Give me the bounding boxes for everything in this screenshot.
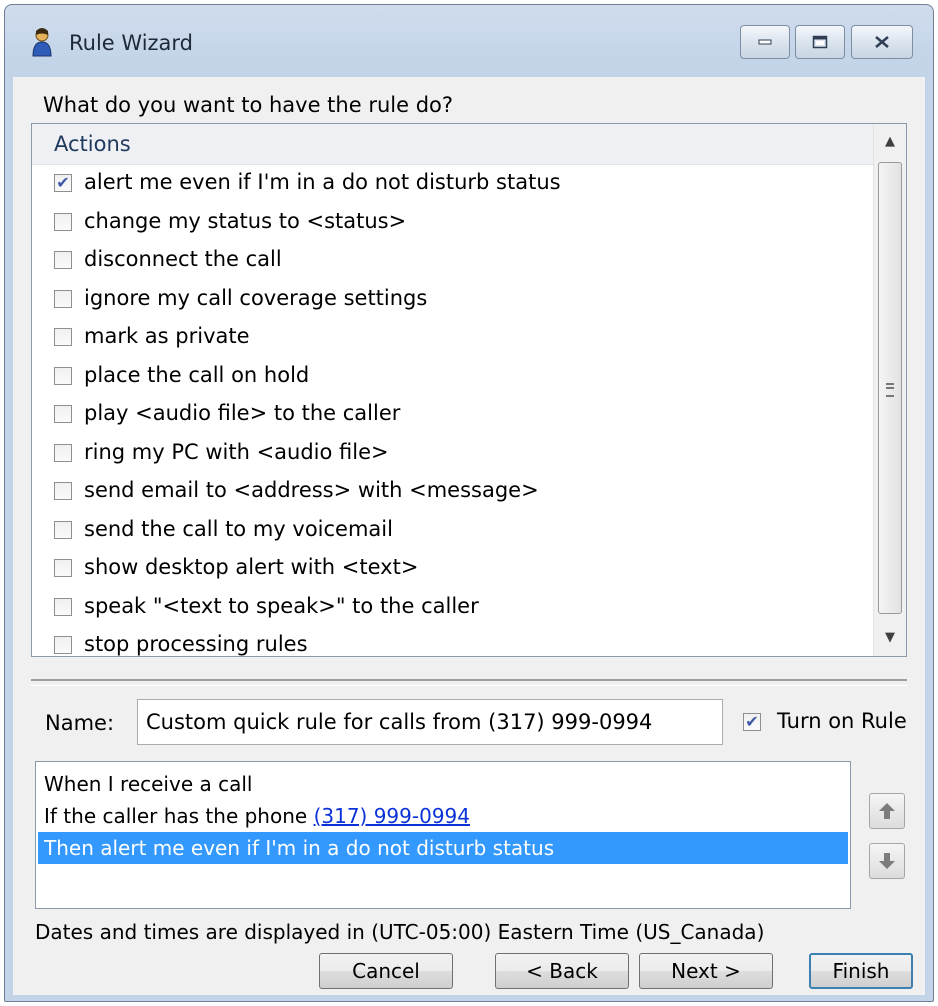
action-item[interactable]: mark as private <box>32 320 874 358</box>
action-item-label: alert me even if I'm in a do not disturb… <box>84 170 561 194</box>
checkbox-checked-icon[interactable]: ✔ <box>743 713 761 731</box>
checkbox-icon[interactable] <box>54 443 72 462</box>
checkbox-icon[interactable] <box>54 328 72 346</box>
finish-button[interactable]: Finish <box>809 953 913 989</box>
window-title: Rule Wizard <box>69 31 194 55</box>
action-item[interactable]: send the call to my voicemail <box>32 513 874 551</box>
turn-on-rule-label: Turn on Rule <box>777 709 907 733</box>
checkbox-icon[interactable] <box>54 597 72 616</box>
action-item-label: ring my PC with <audio file> <box>84 439 389 464</box>
checkbox-icon[interactable] <box>54 251 72 269</box>
move-up-button[interactable] <box>869 793 905 829</box>
actions-scrollbar[interactable]: ▲ ▼ <box>873 124 906 656</box>
actions-header-label: Actions <box>54 132 131 156</box>
action-item[interactable]: change my status to <status> <box>32 205 874 243</box>
rule-summary-box[interactable]: When I receive a call If the caller has … <box>35 761 851 909</box>
action-item[interactable]: speak "<text to speak>" to the caller <box>32 590 874 628</box>
cancel-button[interactable]: Cancel <box>319 953 453 989</box>
rule-name-input[interactable] <box>137 699 723 745</box>
action-item[interactable]: stop processing rules <box>32 628 874 656</box>
phone-number-link[interactable]: (317) 999-0994 <box>314 804 470 828</box>
action-item[interactable]: send email to <address> with <message> <box>32 474 874 512</box>
close-icon <box>875 36 889 48</box>
summary-line-condition[interactable]: When I receive a call <box>38 768 848 800</box>
maximize-button[interactable] <box>795 25 845 59</box>
actions-header: Actions <box>32 124 874 165</box>
action-item-label: speak "<text to speak>" to the caller <box>84 593 479 618</box>
minimize-button[interactable] <box>740 25 790 59</box>
splitter[interactable] <box>31 679 907 686</box>
back-button[interactable]: < Back <box>495 953 629 989</box>
action-item[interactable]: ignore my call coverage settings <box>32 282 874 320</box>
action-item-label: disconnect the call <box>84 247 282 271</box>
scroll-thumb[interactable] <box>878 162 902 614</box>
turn-on-rule-checkbox[interactable]: ✔ Turn on Rule <box>739 709 929 741</box>
timezone-note: Dates and times are displayed in (UTC-05… <box>35 920 765 944</box>
prompt-question: What do you want to have the rule do? <box>43 93 454 117</box>
dialog-client-area: What do you want to have the rule do? Ac… <box>13 77 925 995</box>
scroll-up-arrow-icon[interactable]: ▲ <box>874 124 906 158</box>
next-button[interactable]: Next > <box>639 953 773 989</box>
action-item[interactable]: play <audio file> to the caller <box>32 397 874 435</box>
scroll-down-arrow-icon[interactable]: ▼ <box>874 620 906 654</box>
title-bar[interactable]: Rule Wizard <box>5 5 933 75</box>
move-down-button[interactable] <box>869 843 905 879</box>
action-item-label: play <audio file> to the caller <box>84 401 401 425</box>
checkbox-icon[interactable] <box>54 366 72 385</box>
checkbox-icon[interactable] <box>54 482 72 500</box>
checkbox-icon[interactable] <box>54 289 72 308</box>
checkbox-icon[interactable] <box>54 212 72 231</box>
rule-wizard-window: Rule Wizard What do you want to have the… <box>4 4 934 1002</box>
maximize-icon <box>812 35 828 49</box>
arrow-down-icon <box>879 853 895 869</box>
action-item-label: mark as private <box>84 324 250 348</box>
arrow-up-icon <box>879 803 895 819</box>
user-app-icon <box>31 27 53 57</box>
action-item-label: send the call to my voicemail <box>84 516 393 541</box>
action-item-label: ignore my call coverage settings <box>84 285 428 310</box>
action-item[interactable]: ring my PC with <audio file> <box>32 436 874 474</box>
action-item-label: show desktop alert with <text> <box>84 555 419 579</box>
summary-caller-prefix: If the caller has the phone <box>44 804 314 828</box>
action-item-label: place the call on hold <box>84 362 310 387</box>
action-item[interactable]: place the call on hold <box>32 359 874 397</box>
actions-list[interactable]: Actions ✔ alert me even if I'm in a do no… <box>31 123 907 657</box>
name-label: Name: <box>45 711 115 735</box>
close-button[interactable] <box>851 25 913 59</box>
checkbox-icon[interactable] <box>54 405 72 423</box>
grip-icon <box>886 383 894 397</box>
checkbox-icon[interactable] <box>54 520 72 539</box>
checkbox-icon[interactable] <box>54 559 72 577</box>
action-item[interactable]: disconnect the call <box>32 243 874 281</box>
action-item-label: send email to <address> with <message> <box>84 478 539 502</box>
action-item-label: change my status to <status> <box>84 208 407 233</box>
minimize-icon <box>758 39 772 45</box>
action-item-label: stop processing rules <box>84 632 308 656</box>
summary-line-action-selected[interactable]: Then alert me even if I'm in a do not di… <box>38 832 848 864</box>
checkbox-checked-icon[interactable]: ✔ <box>54 174 72 192</box>
checkbox-icon[interactable] <box>54 636 72 654</box>
action-item[interactable]: show desktop alert with <text> <box>32 551 874 589</box>
summary-line-caller[interactable]: If the caller has the phone (317) 999-09… <box>38 800 848 832</box>
action-item[interactable]: ✔ alert me even if I'm in a do not distur… <box>32 166 874 204</box>
